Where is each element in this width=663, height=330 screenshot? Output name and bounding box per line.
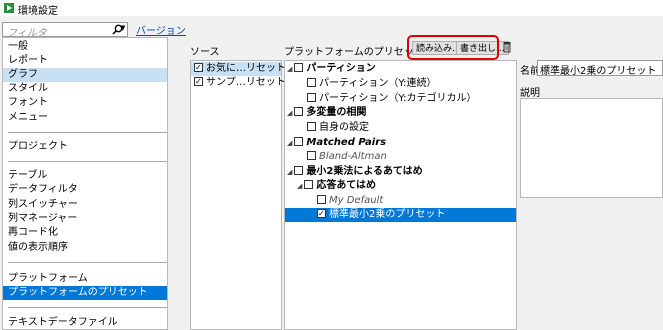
list-item[interactable]: グラフ [3, 68, 167, 82]
title-bar: 環境設定 [0, 0, 663, 17]
list-item[interactable]: 一般 [3, 40, 167, 54]
expand-triangle-icon[interactable]: ◢ [297, 179, 302, 193]
expand-triangle-icon[interactable]: ◢ [287, 136, 292, 150]
list-item[interactable]: フォント [3, 96, 167, 110]
tree-checkbox[interactable] [317, 207, 326, 221]
highlight-box [407, 35, 499, 60]
category-list: 一般 レポート グラフ スタイル フォント メニュー プロジェクト テーブル デ… [2, 37, 168, 330]
description-field[interactable] [520, 98, 663, 198]
tree-checkbox[interactable] [294, 166, 304, 175]
tree-node-selected[interactable]: 標準最小2乗のプリセット [285, 207, 516, 222]
description-label: 説明 [520, 88, 540, 99]
list-divider [8, 161, 167, 162]
source-checkbox[interactable] [194, 75, 203, 89]
tree-checkbox[interactable] [307, 122, 316, 131]
list-item[interactable]: プラットフォーム [3, 272, 167, 286]
list-item[interactable]: メニュー [3, 111, 167, 125]
list-item[interactable]: 再コード化 [3, 226, 167, 240]
presets-label: プラットフォームのプリセット [284, 47, 424, 58]
expand-triangle-icon[interactable]: ◢ [287, 165, 292, 179]
tree-node[interactable]: パーティション（Y:連続） [307, 77, 437, 91]
list-item[interactable]: 列スイッチャー [3, 198, 167, 212]
tree-node[interactable]: Bland-Altman [307, 150, 387, 164]
trash-icon[interactable] [502, 41, 512, 53]
source-label: ソース [190, 47, 220, 58]
source-list: お気に…リセット サンプ…リセット [190, 60, 286, 330]
list-item[interactable]: テキストデータファイル [3, 316, 167, 329]
list-divider [8, 307, 167, 308]
name-field-value: 標準最小2乗のプリセット [540, 66, 657, 77]
source-item[interactable]: サンプ…リセット [191, 75, 286, 90]
list-item[interactable]: レポート [3, 54, 167, 68]
tree-node[interactable]: 自身の設定 [307, 121, 369, 135]
list-divider [8, 262, 167, 263]
tree-node[interactable]: My Default [317, 194, 383, 208]
list-item[interactable]: プラットフォームのプリセット [3, 286, 167, 300]
filter-dropdown-icon[interactable]: ▼ [120, 24, 125, 32]
list-item[interactable]: データフィルタ [3, 183, 167, 197]
tree-node[interactable]: ◢ パーティション [287, 62, 376, 76]
tree-node[interactable]: ◢ 応答あてはめ [297, 179, 376, 193]
tree-node[interactable]: パーティション（Y:カテゴリカル） [307, 92, 477, 106]
expand-triangle-icon[interactable]: ◢ [287, 106, 292, 120]
filter-input[interactable]: フィルタ [2, 22, 128, 39]
expand-triangle-icon[interactable]: ◢ [287, 62, 292, 76]
tree-checkbox[interactable] [317, 195, 326, 204]
source-item[interactable]: お気に…リセット [191, 61, 286, 76]
tree-checkbox[interactable] [307, 151, 316, 160]
tree-checkbox[interactable] [294, 63, 304, 72]
source-checkbox[interactable] [194, 61, 203, 75]
presets-tree: ◢ パーティション パーティション（Y:連続） パーティション（Y:カテゴリカル）… [284, 60, 517, 330]
tree-checkbox[interactable] [294, 137, 304, 146]
tree-node[interactable]: ◢ 最小2乗法によるあてはめ [287, 165, 423, 179]
list-item[interactable]: スタイル [3, 82, 167, 96]
list-item[interactable]: プロジェクト [3, 140, 167, 154]
tree-checkbox[interactable] [307, 78, 316, 87]
name-field[interactable]: 標準最小2乗のプリセット [537, 60, 663, 77]
version-link[interactable]: バージョン [136, 22, 186, 37]
tree-node[interactable]: ◢ Matched Pairs [287, 136, 386, 150]
list-item[interactable]: テーブル [3, 169, 167, 183]
window-title: 環境設定 [18, 6, 58, 17]
list-item[interactable]: 値の表示順序 [3, 241, 167, 255]
tree-checkbox[interactable] [307, 93, 316, 102]
tree-checkbox[interactable] [304, 180, 314, 189]
list-divider [8, 132, 167, 133]
tree-checkbox[interactable] [294, 107, 304, 116]
list-item[interactable]: 列マネージャー [3, 212, 167, 226]
tree-node[interactable]: ◢ 多変量の相関 [287, 106, 366, 120]
app-icon [4, 3, 14, 13]
